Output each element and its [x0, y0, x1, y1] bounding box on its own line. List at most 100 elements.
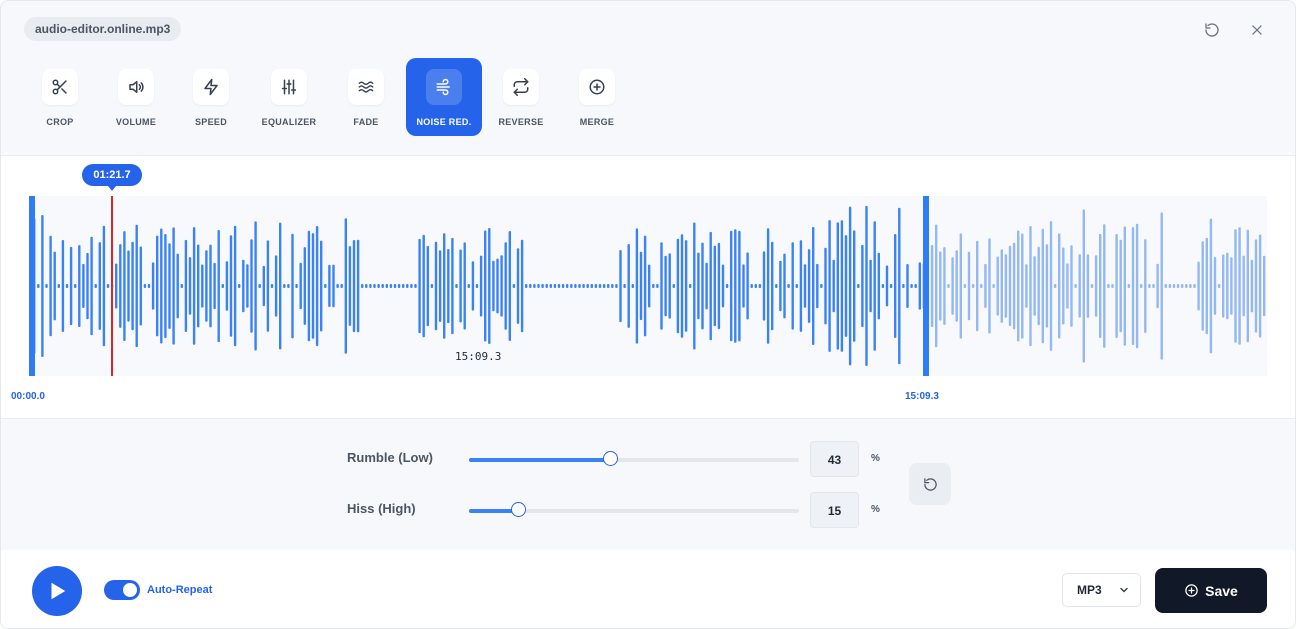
hiss-value-input[interactable]: 15 [810, 492, 859, 528]
waveform-bar [365, 284, 368, 288]
waveform-bar [1152, 284, 1155, 288]
waveform-bar [955, 250, 958, 322]
waveform-bar [529, 284, 532, 288]
waveform-bar [250, 239, 253, 333]
waveform-bar [680, 234, 684, 338]
waveform-bar [151, 262, 155, 310]
tool-crop[interactable]: CROP [22, 58, 98, 136]
waveform-bar [160, 228, 163, 344]
waveform-bar [1127, 284, 1131, 288]
waveform-bar [295, 284, 298, 288]
tool-merge[interactable]: MERGE [559, 58, 635, 136]
selection-start-time: 00:00.0 [11, 391, 45, 402]
waveform-bar [861, 244, 864, 328]
waveform-bar [771, 241, 774, 331]
waveform-bar [131, 241, 134, 331]
waveform-bar [1172, 284, 1176, 288]
auto-repeat-toggle[interactable] [104, 580, 140, 600]
hiss-unit: % [871, 504, 880, 515]
waveform-bar [242, 259, 245, 313]
speaker-icon [129, 81, 144, 93]
waveform-bar [471, 261, 475, 311]
tool-noise-reduction[interactable]: NOISE RED. [406, 58, 482, 136]
waveform-bar [434, 241, 438, 331]
waveform-bar [570, 284, 573, 288]
rumble-value-input[interactable]: 43 [810, 441, 859, 477]
reset-noise-button[interactable] [909, 463, 951, 505]
waveform-bar [447, 249, 450, 324]
waveform-bar [328, 264, 331, 307]
hiss-slider-knob[interactable] [511, 502, 526, 517]
waveform-bar [996, 256, 999, 316]
waveform-bar [270, 284, 274, 288]
waveform-bar [213, 262, 216, 310]
hiss-label: Hiss (High) [347, 501, 416, 516]
playhead-line[interactable] [111, 196, 113, 376]
waveform-bar [197, 244, 200, 328]
tool-reverse[interactable]: REVERSE [483, 58, 559, 136]
auto-repeat-label[interactable]: Auto-Repeat [147, 584, 212, 596]
waveform-bar [279, 222, 282, 350]
waveform-bar [807, 249, 811, 323]
waveform-bar [791, 242, 794, 330]
waveform-bar [1254, 239, 1258, 333]
undo-button[interactable] [1201, 19, 1223, 41]
waveform-area[interactable]: 01:21.7 15:09.3 00:00.0 15:09.3 [1, 156, 1295, 418]
waveform-bar [459, 249, 462, 323]
playhead-time-badge[interactable]: 01:21.7 [82, 164, 142, 191]
waveform-bar [992, 284, 995, 288]
waveform-bar [1230, 257, 1233, 315]
play-button[interactable] [32, 566, 82, 616]
save-button[interactable]: Save [1155, 568, 1267, 613]
waveform-bar [775, 284, 778, 288]
waveform-bar [943, 247, 946, 325]
waveform-bar [1008, 245, 1012, 327]
waveform-bar [299, 262, 302, 310]
rumble-label: Rumble (Low) [347, 450, 433, 465]
waveform-bar [1189, 284, 1192, 288]
waveform-bar [643, 235, 647, 337]
waveform-bar [799, 240, 803, 332]
waveform-bar [1090, 284, 1094, 288]
waveform-bar [348, 246, 352, 326]
waveform-bar [102, 225, 106, 347]
waveform-bar [889, 284, 893, 288]
waveform-bar [164, 234, 167, 338]
waveform-bar [1062, 247, 1065, 325]
waveform-bar [1012, 242, 1016, 330]
tool-equalizer[interactable]: EQUALIZER [251, 58, 327, 136]
hiss-slider[interactable] [469, 502, 799, 517]
waveform-bar [315, 226, 319, 346]
waveform-bar [1148, 284, 1151, 288]
waveform-bar [1197, 261, 1200, 311]
tool-volume[interactable]: VOLUME [98, 58, 174, 136]
waveform-bar [147, 284, 151, 288]
waveform-bar [783, 253, 786, 319]
tool-fade[interactable]: FADE [328, 58, 404, 136]
waveform-bar [1213, 257, 1217, 315]
waveform-bar [406, 284, 409, 288]
waveform-bar [438, 250, 442, 322]
waveform-bar [119, 244, 122, 328]
waveform-bar [832, 259, 835, 313]
waveform-bar [557, 284, 561, 288]
waveform-bar [1250, 259, 1254, 313]
selection-start-handle[interactable] [29, 196, 35, 376]
tool-label: EQUALIZER [261, 117, 317, 127]
waveform-bar [381, 284, 384, 288]
waveform-bar [541, 284, 544, 288]
format-select[interactable]: MP3 [1062, 573, 1141, 607]
waveform-bar [918, 262, 921, 310]
waveform-bar [1168, 284, 1172, 288]
tool-label: NOISE RED. [416, 117, 472, 127]
waveform-bar [758, 284, 762, 288]
rumble-slider-knob[interactable] [603, 451, 619, 466]
waveform[interactable] [1, 156, 1295, 418]
close-button[interactable] [1246, 19, 1268, 41]
rumble-slider[interactable] [469, 451, 799, 466]
waveform-bar [824, 247, 827, 325]
selection-end-handle[interactable] [923, 196, 929, 376]
tool-speed[interactable]: SPEED [173, 58, 249, 136]
waveform-bar [508, 231, 511, 341]
waveform-bar [1156, 263, 1159, 309]
